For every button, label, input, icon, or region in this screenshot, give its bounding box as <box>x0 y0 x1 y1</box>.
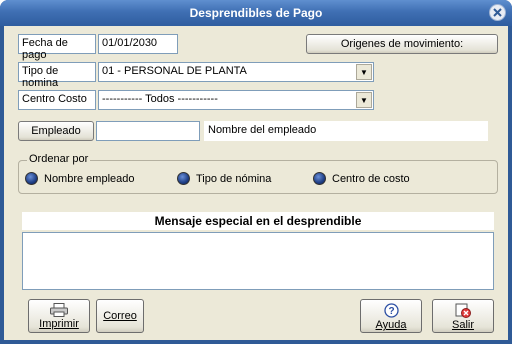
window-title: Desprendibles de Pago <box>189 6 323 20</box>
imprimir-button[interactable]: Imprimir <box>28 299 90 333</box>
ayuda-button[interactable]: ? Ayuda <box>360 299 422 333</box>
dropdown-arrow-icon[interactable]: ▼ <box>356 92 372 108</box>
radio-label: Tipo de nómina <box>196 172 272 185</box>
radio-nombre-empleado[interactable]: Nombre empleado <box>25 172 135 185</box>
centro-costo-label: Centro Costo <box>18 90 96 110</box>
origenes-movimiento-button[interactable]: Origenes de movimiento: <box>306 34 498 54</box>
empleado-code-input[interactable] <box>96 121 200 141</box>
dropdown-arrow-icon[interactable]: ▼ <box>356 64 372 80</box>
exit-icon <box>455 303 471 318</box>
close-button[interactable] <box>489 4 506 21</box>
tipo-nomina-value: 01 - PERSONAL DE PLANTA <box>102 65 247 77</box>
radio-tipo-nomina[interactable]: Tipo de nómina <box>177 172 271 185</box>
empleado-button[interactable]: Empleado <box>18 121 94 141</box>
radio-icon <box>313 172 326 185</box>
mensaje-header: Mensaje especial en el desprendible <box>22 212 494 230</box>
printer-icon <box>50 303 68 317</box>
mensaje-textarea[interactable] <box>22 232 494 290</box>
employee-name-field: Nombre del empleado <box>204 121 488 141</box>
fecha-pago-input[interactable]: 01/01/2030 <box>98 34 178 54</box>
radio-icon <box>25 172 38 185</box>
ordenar-por-title: Ordenar por <box>27 153 91 165</box>
tipo-nomina-label: Tipo de nomina <box>18 62 96 89</box>
svg-text:?: ? <box>388 306 394 317</box>
help-icon: ? <box>383 303 399 318</box>
tipo-nomina-select[interactable]: 01 - PERSONAL DE PLANTA ▼ <box>98 62 374 82</box>
centro-costo-value: ----------- Todos ----------- <box>102 93 218 105</box>
title-bar[interactable]: Desprendibles de Pago <box>0 0 512 26</box>
correo-label: Correo <box>103 310 137 322</box>
ayuda-label: Ayuda <box>375 319 407 331</box>
dialog-body: Fecha de pago 01/01/2030 Origenes de mov… <box>4 26 508 340</box>
close-icon <box>493 8 502 17</box>
fecha-pago-label: Fecha de pago <box>18 34 96 61</box>
correo-button[interactable]: Correo <box>96 299 144 333</box>
radio-label: Centro de costo <box>332 172 410 185</box>
imprimir-label: Imprimir <box>39 318 79 330</box>
salir-button[interactable]: Salir <box>432 299 494 333</box>
radio-icon <box>177 172 190 185</box>
radio-centro-costo[interactable]: Centro de costo <box>313 172 410 185</box>
radio-label: Nombre empleado <box>44 172 135 185</box>
salir-label: Salir <box>451 319 474 331</box>
centro-costo-select[interactable]: ----------- Todos ----------- ▼ <box>98 90 374 110</box>
ordenar-por-group: Ordenar por Nombre empleado Tipo de nómi… <box>18 153 498 194</box>
dialog-window: Desprendibles de Pago Fecha de pago 01/0… <box>0 0 512 344</box>
